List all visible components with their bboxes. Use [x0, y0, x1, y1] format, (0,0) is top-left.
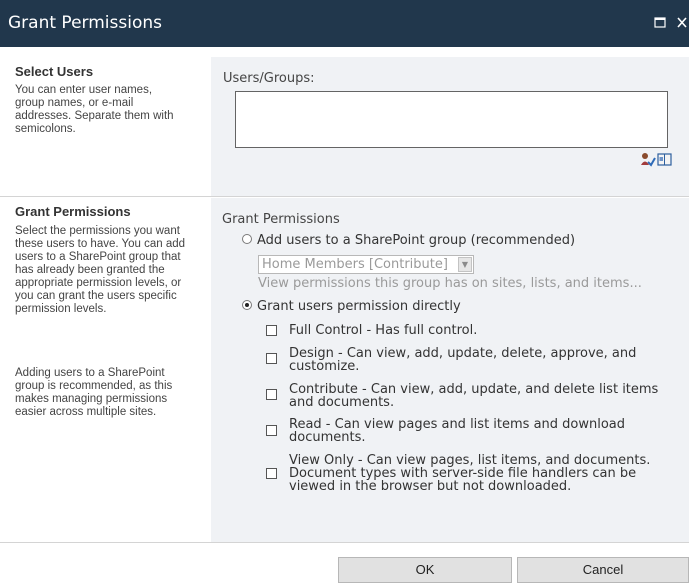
grant-permissions-recommendation: Adding users to a SharePoint group is re… [15, 367, 173, 418]
permission-checkbox-design[interactable] [266, 353, 277, 364]
add-to-group-radio[interactable] [242, 234, 252, 244]
permission-checkbox-read[interactable] [266, 425, 277, 436]
check-names-icon[interactable] [640, 152, 656, 167]
permission-checkbox-contribute[interactable] [266, 389, 277, 400]
chevron-down-icon[interactable]: ▼ [458, 257, 472, 272]
grant-directly-radio[interactable] [242, 300, 252, 310]
users-groups-input[interactable] [235, 91, 668, 148]
permission-checkbox-view-only[interactable] [266, 468, 277, 479]
add-to-group-label[interactable]: Add users to a SharePoint group (recomme… [257, 233, 575, 248]
dialog-titlebar: Grant Permissions [0, 0, 689, 47]
dialog-title: Grant Permissions [8, 13, 162, 33]
users-groups-label: Users/Groups: [223, 71, 315, 86]
close-icon[interactable] [676, 17, 688, 28]
sharepoint-group-selected-value: Home Members [Contribute] [262, 257, 448, 272]
select-users-heading: Select Users [15, 64, 94, 79]
grant-permissions-heading: Grant Permissions [15, 204, 131, 219]
permission-label-view-only: View Only - Can view pages, list items, … [289, 453, 651, 494]
permission-label-design: Design - Can view, add, update, delete, … [289, 346, 637, 374]
select-users-description: You can enter user names, group names, o… [15, 84, 174, 135]
section-divider [0, 196, 689, 197]
ok-button[interactable]: OK [338, 557, 512, 583]
permission-label-read: Read - Can view pages and list items and… [289, 417, 626, 445]
grant-directly-label[interactable]: Grant users permission directly [257, 299, 461, 314]
grant-permissions-description: Select the permissions you want these us… [15, 225, 186, 315]
maximize-icon[interactable] [654, 17, 666, 28]
address-book-icon[interactable] [657, 152, 673, 167]
footer-divider [0, 542, 689, 543]
sharepoint-group-select[interactable]: Home Members [Contribute] ▼ [258, 255, 474, 274]
permission-label-contribute: Contribute - Can view, add, update, and … [289, 382, 659, 410]
cancel-button[interactable]: Cancel [517, 557, 689, 583]
permission-label-full-control: Full Control - Has full control. [289, 323, 478, 338]
grant-permissions-label: Grant Permissions [222, 212, 340, 227]
permission-checkbox-full-control[interactable] [266, 325, 277, 336]
view-group-permissions-link[interactable]: View permissions this group has on sites… [258, 276, 642, 291]
